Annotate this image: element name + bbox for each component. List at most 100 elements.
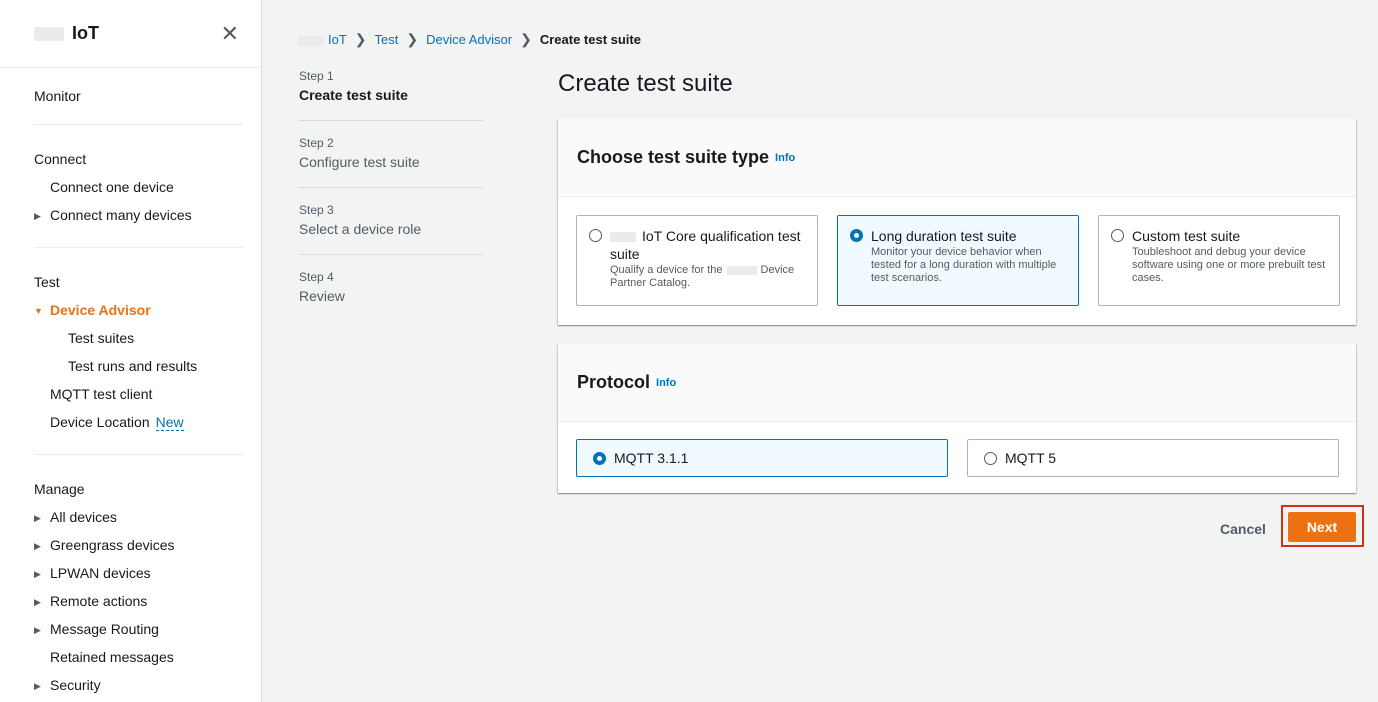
sidebar-item-label: Retained messages (50, 649, 174, 665)
radio-button-selected[interactable] (593, 451, 606, 465)
option-title: Custom test suite (1132, 228, 1241, 244)
step-title: Create test suite (299, 87, 408, 103)
side-navigation: IoT ✕ Monitor Connect Connect one device… (0, 0, 262, 702)
panel-heading: Choose test suite type (577, 147, 770, 167)
breadcrumb-test[interactable]: Test (375, 32, 399, 47)
sidebar-item-monitor[interactable]: Monitor (34, 82, 261, 110)
panel-heading: Protocol (577, 372, 651, 392)
protocol-options: MQTT 3.1.1 MQTT 5 (576, 439, 1339, 477)
option-desc-part: Qualify a device for the (610, 264, 723, 276)
sidebar-item-test-runs[interactable]: Test runs and results (34, 352, 261, 380)
option-custom[interactable]: Custom test suite Toubleshoot and debug … (1098, 215, 1340, 306)
step-number: Step 1 (299, 69, 334, 83)
caret-right-icon: ▶ (34, 625, 41, 635)
nav-section-monitor: Monitor (0, 68, 261, 124)
close-icon[interactable]: ✕ (221, 22, 239, 45)
nav-heading-connect: Connect (34, 151, 87, 167)
page-title: Create test suite (558, 70, 733, 97)
caret-right-icon: ▶ (34, 597, 41, 607)
option-title: IoT Core qualification test suite (610, 227, 805, 263)
breadcrumb-label: IoT (328, 32, 347, 47)
option-description: Qualify a device for the Device Partner C… (610, 264, 805, 290)
sidebar-item-test-suites[interactable]: Test suites (34, 324, 261, 352)
sidebar-item-label: LPWAN devices (50, 565, 151, 581)
suite-type-options: IoT Core qualification test suite Qualif… (576, 215, 1340, 306)
caret-right-icon: ▶ (34, 681, 41, 691)
radio-button[interactable] (984, 451, 997, 465)
nav-section-connect: Connect Connect one device ▶ Connect many… (0, 125, 261, 247)
chevron-right-icon: ❯ (354, 31, 367, 47)
breadcrumb-device-advisor[interactable]: Device Advisor (426, 32, 512, 47)
breadcrumb-iot[interactable]: IoT (298, 32, 347, 47)
wizard-step-3: Step 3 Select a device role (299, 202, 483, 255)
new-badge[interactable]: New (155, 414, 184, 431)
option-description: Toubleshoot and debug your device softwa… (1132, 246, 1326, 284)
option-label: MQTT 3.1.1 (614, 450, 689, 466)
wizard-step-1[interactable]: Step 1 Create test suite (299, 68, 483, 121)
test-suite-type-panel: Choose test suite type Info IoT Core qua… (558, 119, 1356, 325)
redacted-brand (298, 35, 324, 46)
wizard-step-4: Step 4 Review (299, 269, 483, 321)
sidebar-item-all-devices[interactable]: ▶ All devices (34, 503, 261, 531)
radio-button[interactable] (589, 229, 602, 242)
sidebar-item-retained-messages[interactable]: Retained messages (34, 643, 261, 671)
option-body: Custom test suite Toubleshoot and debug … (1132, 227, 1327, 294)
option-iot-core-qualification[interactable]: IoT Core qualification test suite Qualif… (576, 215, 818, 306)
panel-header: Protocol Info (558, 344, 1356, 422)
sidebar-item-remote-actions[interactable]: ▶ Remote actions (34, 587, 261, 615)
option-mqtt-5[interactable]: MQTT 5 (967, 439, 1339, 477)
option-body: IoT Core qualification test suite Qualif… (610, 227, 805, 294)
option-long-duration[interactable]: Long duration test suite Monitor your de… (837, 215, 1079, 306)
info-link[interactable]: Info (775, 152, 795, 164)
sidebar-item-lpwan-devices[interactable]: ▶ LPWAN devices (34, 559, 261, 587)
sidebar-item-label: Test runs and results (68, 358, 198, 374)
sidebar-item-label: All devices (50, 509, 117, 525)
caret-right-icon: ▶ (34, 211, 41, 221)
sidebar-item-label: Device Location (50, 414, 150, 430)
step-number: Step 4 (299, 270, 334, 284)
next-button[interactable]: Next (1288, 512, 1356, 542)
chevron-right-icon: ❯ (520, 31, 532, 47)
radio-button[interactable] (1111, 229, 1124, 242)
redacted-brand (726, 265, 757, 275)
sidebar-item-message-routing[interactable]: ▶ Message Routing (34, 615, 261, 643)
sidebar-title[interactable]: IoT (34, 23, 99, 44)
nav-heading-manage: Manage (34, 481, 85, 497)
sidebar-header: IoT ✕ (0, 0, 261, 68)
sidebar-item-device-advisor[interactable]: ▼ Device Advisor (34, 296, 261, 324)
breadcrumb: IoT ❯ Test ❯ Device Advisor ❯ Create tes… (298, 31, 641, 48)
sidebar-item-mqtt-test-client[interactable]: MQTT test client (34, 380, 261, 408)
sidebar-item-label: Connect one device (50, 179, 174, 195)
radio-button-selected[interactable] (850, 229, 863, 242)
sidebar-item-connect-one-device[interactable]: Connect one device (34, 173, 261, 201)
wizard-step-2: Step 2 Configure test suite (299, 135, 483, 188)
sidebar-item-label: Remote actions (50, 593, 148, 609)
caret-down-icon: ▼ (34, 306, 43, 316)
step-number: Step 2 (299, 136, 334, 150)
breadcrumb-current: Create test suite (539, 32, 641, 47)
step-title: Configure test suite (299, 154, 420, 170)
nav-section-manage: Manage ▶ All devices ▶ Greengrass devices … (0, 455, 261, 699)
panel-header: Choose test suite type Info (558, 119, 1356, 197)
chevron-right-icon: ❯ (406, 31, 419, 47)
sidebar-item-label: Device Advisor (50, 302, 151, 318)
step-number: Step 3 (299, 203, 334, 217)
step-title: Select a device role (299, 221, 422, 237)
option-label: MQTT 5 (1005, 450, 1057, 466)
protocol-panel: Protocol Info MQTT 3.1.1 MQTT 5 (558, 344, 1356, 493)
sidebar-item-device-location[interactable]: Device Location New (34, 408, 261, 436)
option-title-text: IoT Core qualification test suite (610, 228, 801, 262)
option-title: Long duration test suite (871, 228, 1017, 244)
caret-right-icon: ▶ (34, 541, 41, 551)
sidebar-item-security[interactable]: ▶ Security (34, 671, 261, 699)
sidebar-item-label: Message Routing (50, 621, 159, 637)
option-body: Long duration test suite Monitor your de… (871, 227, 1066, 294)
cancel-button[interactable]: Cancel (1210, 513, 1276, 545)
info-link[interactable]: Info (656, 377, 676, 389)
nav-heading-test: Test (34, 274, 60, 290)
sidebar-item-greengrass-devices[interactable]: ▶ Greengrass devices (34, 531, 261, 559)
redacted-brand (610, 232, 636, 243)
redacted-brand (34, 26, 64, 41)
sidebar-item-connect-many-devices[interactable]: ▶ Connect many devices (34, 201, 261, 229)
option-mqtt-311[interactable]: MQTT 3.1.1 (576, 439, 948, 477)
